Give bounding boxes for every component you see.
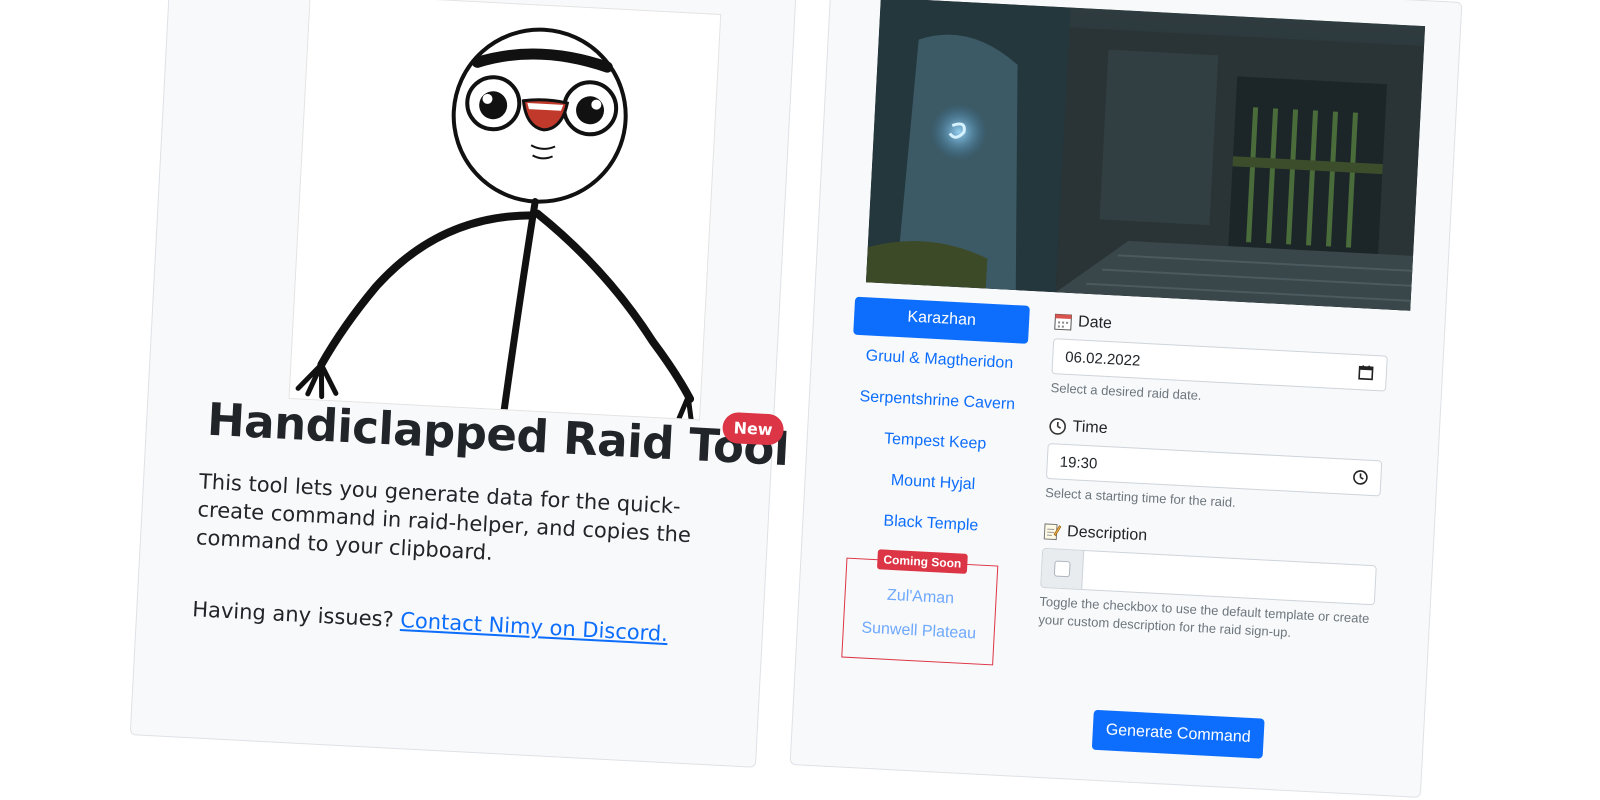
memo-icon bbox=[1043, 522, 1062, 541]
raid-tab-tempest-keep[interactable]: Tempest Keep bbox=[847, 420, 1024, 467]
raid-form: Date 06.02.2022 Select a desired raid da… bbox=[1037, 312, 1389, 666]
raid-tab-gruul-magtheridon[interactable]: Gruul & Magtheridon bbox=[851, 338, 1028, 385]
raid-preview-image bbox=[865, 0, 1426, 311]
description-template-addon bbox=[1041, 548, 1085, 589]
raid-tab-karazhan[interactable]: Karazhan bbox=[853, 296, 1030, 344]
time-value: 19:30 bbox=[1059, 453, 1098, 473]
date-group: Date 06.02.2022 Select a desired raid da… bbox=[1050, 312, 1389, 414]
intro-description: This tool lets you generate data for the… bbox=[195, 469, 692, 565]
coming-soon-badge: Coming Soon bbox=[876, 549, 968, 574]
description-group: Description Toggle the checkbox to use t… bbox=[1038, 522, 1378, 646]
raid-tab-mount-hyjal[interactable]: Mount Hyjal bbox=[845, 460, 1022, 507]
time-picker-icon[interactable] bbox=[1352, 469, 1369, 486]
intro-card: Handiclapped Raid Tool New This tool let… bbox=[129, 0, 798, 768]
raid-nav: Karazhan Gruul & Magtheridon Serpentshri… bbox=[836, 296, 1030, 667]
calendar-icon bbox=[1054, 312, 1073, 331]
date-value: 06.02.2022 bbox=[1064, 348, 1141, 370]
time-group: Time 19:30 Select a starting time for th… bbox=[1045, 417, 1384, 519]
page: Handiclapped Raid Tool New This tool let… bbox=[0, 0, 1600, 800]
raid-tab-black-temple[interactable]: Black Temple bbox=[842, 501, 1019, 548]
raid-form-card: Karazhan Gruul & Magtheridon Serpentshri… bbox=[789, 0, 1463, 798]
issues-line: Having any issues? Contact Nimy on Disco… bbox=[192, 597, 752, 650]
raid-tab-serpentshrine-cavern[interactable]: Serpentshrine Cavern bbox=[849, 379, 1026, 426]
generate-command-button[interactable]: Generate Command bbox=[1091, 709, 1265, 759]
default-template-checkbox[interactable] bbox=[1053, 560, 1071, 578]
raid-tab-sunwell-plateau: Sunwell Plateau bbox=[861, 619, 977, 643]
description-input[interactable] bbox=[1082, 551, 1376, 604]
calendar-picker-icon[interactable] bbox=[1357, 364, 1374, 381]
new-badge: New bbox=[721, 411, 785, 446]
meme-image bbox=[288, 0, 722, 421]
contact-discord-link[interactable]: Contact Nimy on Discord. bbox=[400, 608, 669, 646]
description-label: Description bbox=[1066, 523, 1148, 545]
clock-icon bbox=[1048, 417, 1067, 436]
issues-text: Having any issues? bbox=[191, 597, 395, 632]
time-label: Time bbox=[1072, 418, 1109, 438]
coming-soon-group: Coming Soon Zul'Aman Sunwell Plateau bbox=[841, 549, 999, 666]
date-label: Date bbox=[1077, 313, 1113, 333]
